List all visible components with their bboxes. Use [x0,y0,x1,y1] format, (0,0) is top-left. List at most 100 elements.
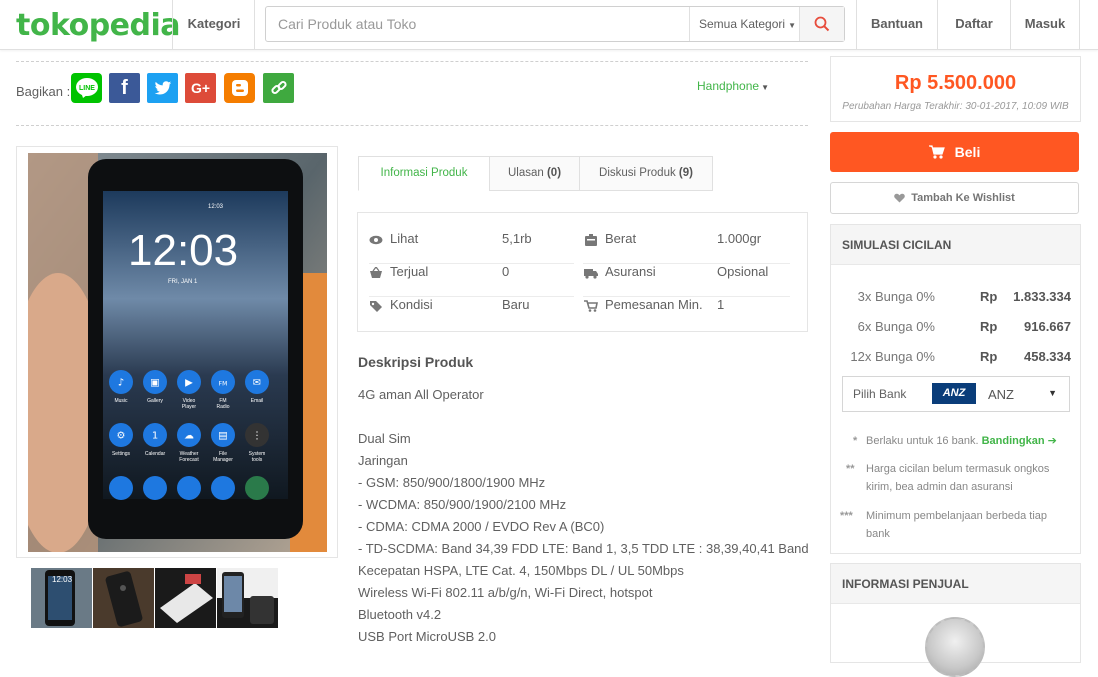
description-line: USB Port MicroUSB 2.0 [358,629,496,644]
search-category-select[interactable]: Semua Kategori ▼ [689,7,799,41]
main-product-image[interactable]: 12:03 12:03 FRI, JAN 1 ♪ Music ▣ Gallery ▶ Vi… [28,153,327,552]
dock-icon [211,476,235,500]
app-label: Player [182,404,197,410]
share-blogger-button[interactable] [224,73,255,103]
wishlist-button[interactable]: Tambah Ke Wishlist [830,182,1079,214]
tab-label: Diskusi Produk [599,167,676,179]
description-line: Kecepatan HSPA, LTE Cat. 4, 150Mbps DL /… [358,563,684,578]
app-label: Calendar [145,451,166,457]
description-title: Deskripsi Produk [358,354,474,370]
tab-label: Ulasan [507,167,544,179]
daftar-link[interactable]: Daftar [938,0,1010,50]
header-divider [172,0,173,50]
app-glyph: FM [219,381,228,388]
tab-ulasan[interactable]: Ulasan (0) [489,156,580,191]
installment-note-banks: * Berlaku untuk 16 bank. Bandingkan ➔ [853,432,1073,450]
info-row-lihat: Lihat 5,1rb [369,223,574,255]
share-google-plus-button[interactable]: G+ [185,73,216,103]
app-glyph: ☁ [184,431,194,442]
tag-icon [370,301,382,312]
app-label: Email [251,398,264,404]
description-line: - CDMA: CDMA 2000 / EVDO Rev A (BC0) [358,519,605,534]
thumbnail-image: 12:03 [31,568,92,628]
price-last-changed: Perubahan Harga Terakhir: 30-01-2017, 10… [842,101,1069,112]
seller-info-box: INFORMASI PENJUAL [830,563,1081,677]
asterisk-icon: ** [846,463,855,475]
installment-amount: 1.833.334 [1013,289,1071,304]
thumbnail-3[interactable] [155,568,216,628]
installment-note-fees: ** Harga cicilan belum termasuk ongkos k… [846,460,1071,496]
header-divider [1079,0,1080,50]
seller-badge-icon [925,617,985,677]
category-dropdown[interactable]: Handphone ▼ [697,79,769,93]
installment-currency: Rp [980,349,998,364]
info-value: 5,1rb [502,231,532,246]
installment-term: 6x Bunga 0% [857,319,935,334]
info-label: Asuransi [605,264,656,279]
tab-diskusi-produk[interactable]: Diskusi Produk (9) [579,156,713,191]
compare-link[interactable]: Bandingkan ➔ [982,435,1057,447]
app-label: Manager [213,457,233,463]
search-button[interactable] [799,7,844,41]
buy-button[interactable]: Beli [830,132,1079,172]
info-label: Pemesanan Min. [605,297,703,312]
asterisk-icon: *** [840,510,853,522]
anz-logo: ANZ [932,383,976,404]
share-twitter-button[interactable] [147,73,178,103]
tab-count: (0) [546,167,562,179]
installment-amount: 916.667 [1024,319,1071,334]
installment-currency: Rp [980,319,998,334]
app-glyph: ✉ [253,378,261,389]
thumbnail-2[interactable] [93,568,154,628]
caret-down-icon: ▼ [761,83,769,92]
description-line: 4G aman All Operator [358,387,484,402]
app-label: Radio [216,404,229,410]
thumbnail-4[interactable] [217,568,278,628]
share-line-button[interactable]: LINE [71,73,102,103]
line-icon: LINE [75,78,98,98]
installment-simulation-box: SIMULASI CICILAN 3x Bunga 0% Rp 1.833.33… [830,224,1081,554]
description-line: Wireless Wi-Fi 802.11 a/b/g/n, Wi-Fi Dir… [358,585,653,600]
bank-select[interactable]: Pilih Bank ANZ ANZ ▼ [842,376,1070,412]
share-facebook-button[interactable]: f [109,73,140,103]
info-label: Lihat [390,231,419,246]
heart-icon [894,193,905,203]
top-header: tokopedia Kategori Semua Kategori▼ Bantu… [0,0,1098,50]
app-label: Forecast [179,457,199,463]
search-input[interactable] [266,7,689,41]
product-info-box: Lihat 5,1rb Terjual 0 Kondisi Baru Berat… [357,212,808,332]
wishlist-label: Tambah Ke Wishlist [911,192,1015,204]
search-icon [814,16,830,32]
basket-icon [370,267,382,278]
header-divider [254,0,255,50]
info-row-berat: Berat 1.000gr [584,223,791,255]
divider-dashed [16,61,808,62]
info-value: Baru [502,297,530,312]
app-glyph: ⚙ [117,431,126,442]
divider-dashed [16,125,808,126]
cart-icon [584,300,598,312]
description-line: - WCDMA: 850/900/1900/2100 MHz [358,497,567,512]
dock-icon [245,476,269,500]
app-glyph: ▤ [218,431,227,442]
info-value: Opsional [717,264,769,279]
description-line: - TD-SCDMA: Band 34,39 FDD LTE: Band 1, … [358,541,809,556]
masuk-link[interactable]: Masuk [1011,0,1079,50]
selected-bank: ANZ [988,387,1014,402]
bantuan-link[interactable]: Bantuan [857,0,937,50]
share-link-button[interactable] [263,73,294,103]
tokopedia-logo[interactable]: tokopedia [16,8,181,43]
info-row-pemesanan-min: Pemesanan Min. 1 [584,289,791,321]
svg-text:LINE: LINE [79,85,95,92]
seller-info-title: INFORMASI PENJUAL [831,564,1080,604]
thumbnail-1[interactable]: 12:03 [31,568,92,628]
note-text: Berlaku untuk 16 bank. [866,435,979,447]
compare-link-label: Bandingkan [981,435,1045,447]
tab-label: Informasi Produk [380,167,468,179]
installment-row: 12x Bunga 0% Rp 458.334 [831,342,1080,372]
tab-informasi-produk[interactable]: Informasi Produk [358,156,490,191]
app-label: Music [114,398,128,404]
kategori-button[interactable]: Kategori [174,0,254,50]
info-row-asuransi: Asuransi Opsional [584,256,791,288]
info-label: Berat [605,231,637,246]
